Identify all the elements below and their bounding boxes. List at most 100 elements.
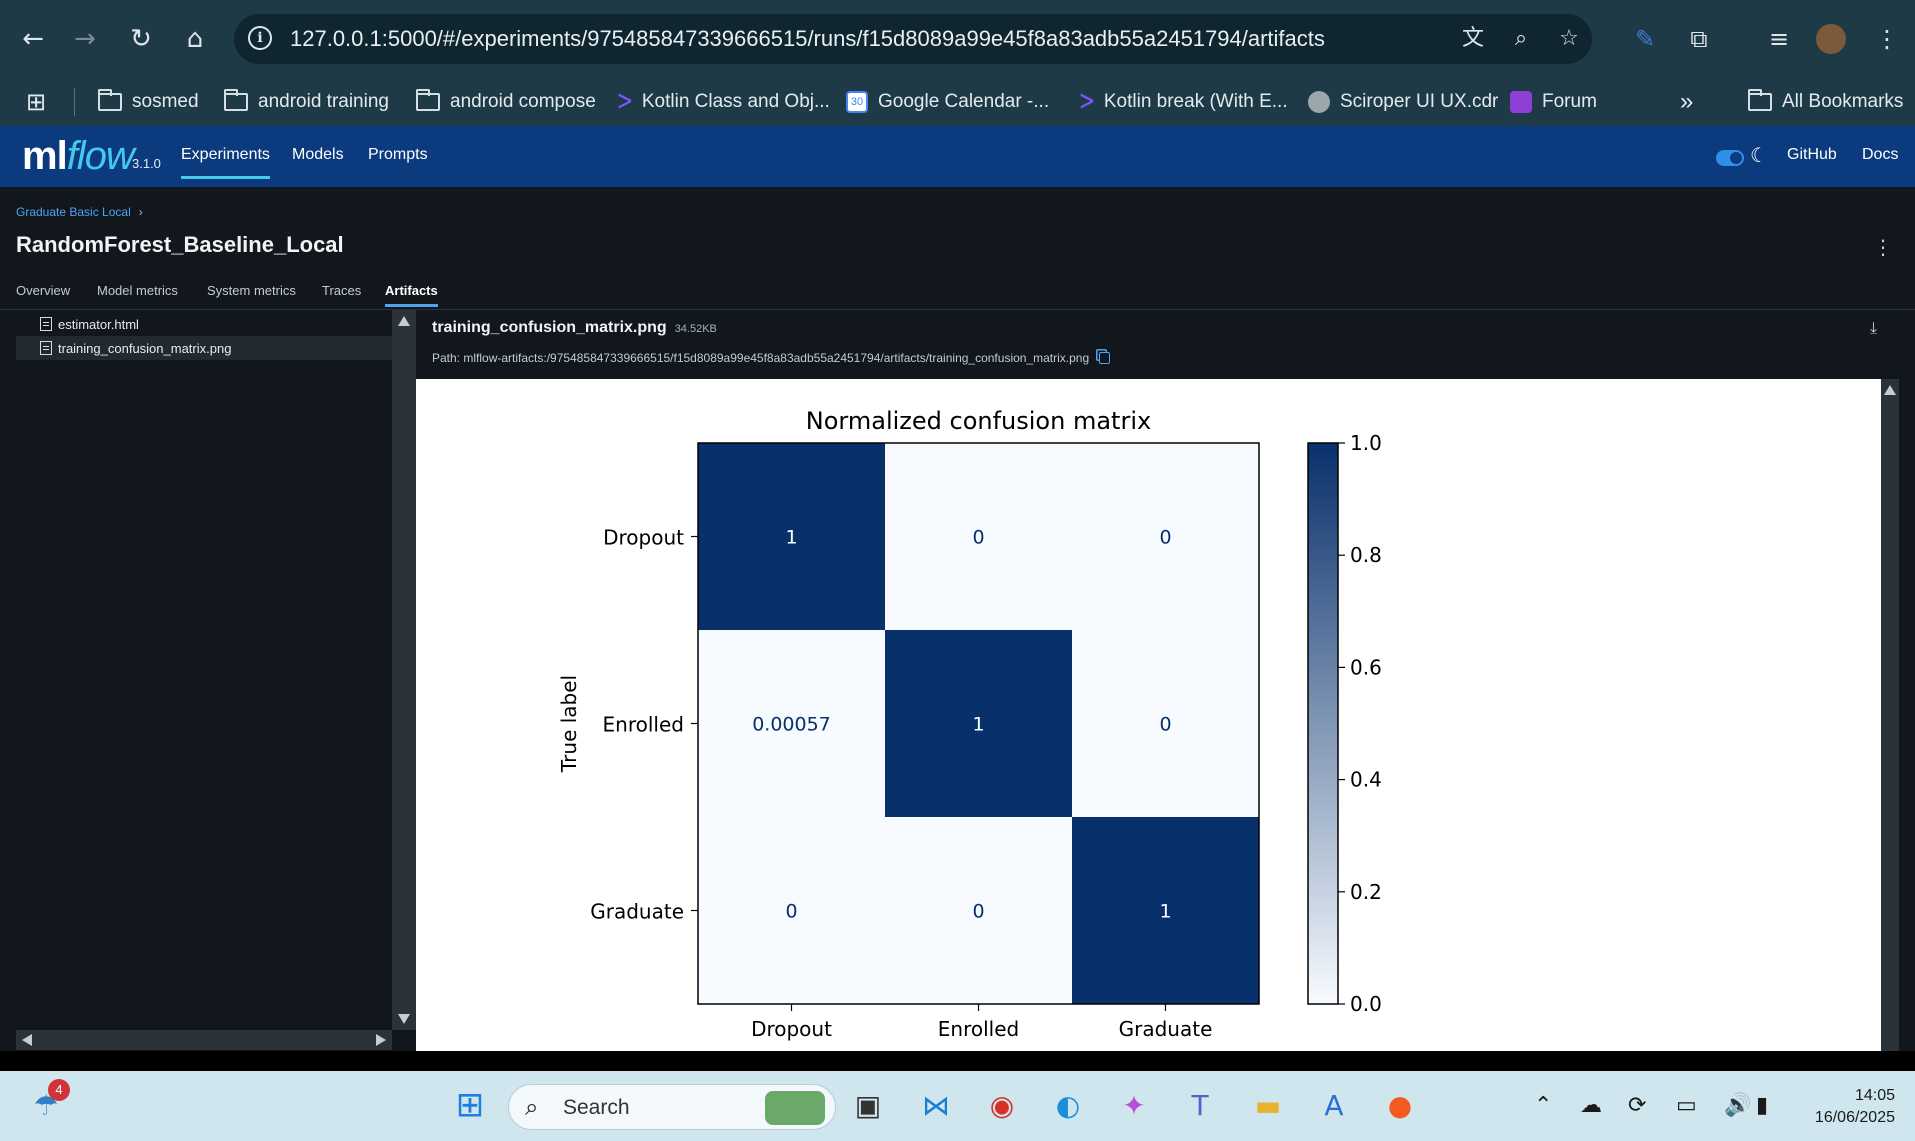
vscode-icon[interactable]: ⋈: [914, 1083, 958, 1127]
forward-icon[interactable]: →: [66, 20, 104, 58]
github-link[interactable]: GitHub: [1787, 146, 1837, 164]
folder-icon: [416, 89, 440, 111]
tab-overview[interactable]: Overview: [16, 283, 70, 298]
taskbar-search[interactable]: ⌕ Search: [508, 1084, 836, 1130]
colorbar-tick-label: 0.2: [1350, 880, 1382, 904]
version-label: 3.1.0: [132, 156, 161, 171]
cell-label: 1: [1159, 901, 1171, 923]
file-icon: [40, 341, 52, 355]
tree-item-estimator[interactable]: estimator.html: [16, 312, 392, 336]
cell-label: 0: [972, 901, 984, 923]
search-icon: ⌕: [525, 1093, 539, 1121]
extensions-icon[interactable]: ⧉: [1682, 22, 1716, 56]
edge-icon[interactable]: ◐: [1046, 1083, 1090, 1127]
mlflow-logo[interactable]: mlflow: [22, 134, 135, 179]
translate-icon[interactable]: 文: [1458, 24, 1488, 54]
tab-model-metrics[interactable]: Model metrics: [97, 283, 178, 298]
nav-prompts[interactable]: Prompts: [368, 146, 428, 164]
kotlin-icon: ᐳ: [1080, 91, 1094, 113]
task-view-icon[interactable]: ▣: [846, 1083, 890, 1127]
start-icon[interactable]: ⊞: [448, 1083, 492, 1127]
bookmark-kotlin-class[interactable]: ᐳ Kotlin Class and Obj...: [618, 86, 830, 118]
home-icon[interactable]: ⌂: [176, 20, 214, 58]
calendar-icon: 30: [846, 91, 868, 113]
bookmark-android-compose[interactable]: android compose: [416, 86, 596, 118]
scroll-up-icon[interactable]: [1884, 385, 1896, 395]
scroll-left-icon[interactable]: [22, 1034, 32, 1046]
folder-icon: [224, 89, 248, 111]
copilot-icon[interactable]: ✦: [1112, 1083, 1156, 1127]
bookmark-android-training[interactable]: android training: [224, 86, 389, 118]
scroll-right-icon[interactable]: [376, 1034, 386, 1046]
download-icon[interactable]: ⤓: [1870, 318, 1877, 338]
bookmark-sciroper[interactable]: Sciroper UI UX.cdr: [1308, 86, 1498, 118]
apps-grid-icon[interactable]: ⊞: [26, 86, 46, 118]
back-icon[interactable]: ←: [14, 20, 52, 58]
bookmark-sosmed[interactable]: sosmed: [98, 86, 199, 118]
volume-icon[interactable]: 🔊: [1724, 1093, 1751, 1118]
menu-kebab-icon[interactable]: ⋮: [1870, 22, 1904, 56]
clock[interactable]: 14:05 16/06/2025: [1815, 1085, 1895, 1129]
artifact-image: Normalized confusion matrix 1 0 0 0.00057 1 0 0…: [416, 379, 1881, 1051]
bookmark-google-calendar[interactable]: 30 Google Calendar -...: [846, 86, 1049, 118]
more-bookmarks-icon[interactable]: »: [1680, 86, 1693, 118]
artifact-size: 34.52KB: [674, 323, 717, 335]
docs-link[interactable]: Docs: [1862, 146, 1898, 164]
colorbar-tick-label: 0.0: [1350, 992, 1382, 1016]
dark-mode-toggle[interactable]: [1716, 150, 1744, 166]
y-tick-label: Graduate: [590, 900, 684, 924]
bookmark-kotlin-break[interactable]: ᐳ Kotlin break (With E...: [1080, 86, 1288, 118]
bookmark-star-icon[interactable]: ☆: [1554, 24, 1584, 54]
colorbar-tick-label: 0.4: [1350, 768, 1382, 792]
battery-icon[interactable]: ▮: [1756, 1093, 1768, 1118]
cloud-error-icon[interactable]: ☁: [1580, 1093, 1602, 1118]
tab-traces[interactable]: Traces: [322, 283, 361, 298]
profile-avatar[interactable]: [1816, 24, 1846, 54]
sync-icon[interactable]: ⟳: [1628, 1093, 1646, 1118]
show-hidden-icons[interactable]: ⌃: [1534, 1093, 1552, 1118]
artifact-header: training_confusion_matrix.png 34.52KB: [432, 319, 717, 337]
network-icon[interactable]: ▭: [1676, 1093, 1697, 1118]
kotlin-icon: ᐳ: [618, 91, 632, 113]
search-highlight-image: [765, 1091, 825, 1125]
copy-icon[interactable]: [1099, 352, 1111, 364]
scroll-down-icon[interactable]: [398, 1014, 410, 1024]
bookmarks-separator: [74, 88, 75, 116]
colorbar: [1307, 442, 1339, 1005]
image-vertical-scrollbar[interactable]: [1881, 379, 1899, 1051]
page-title: RandomForest_Baseline_Local: [16, 232, 344, 257]
site-info-icon[interactable]: i: [248, 26, 272, 50]
nav-experiments[interactable]: Experiments: [181, 146, 270, 179]
media-icon[interactable]: ≡: [1762, 22, 1796, 56]
chart-title: Normalized confusion matrix: [806, 407, 1151, 435]
breadcrumb-experiment-link[interactable]: Graduate Basic Local: [16, 205, 131, 219]
bookmark-forum[interactable]: Forum: [1510, 86, 1597, 118]
chrome-icon[interactable]: ◉: [980, 1083, 1024, 1127]
notification-badge: 4: [48, 1079, 70, 1101]
zoom-icon[interactable]: ⌕: [1506, 24, 1536, 54]
tree-vertical-scrollbar[interactable]: [392, 310, 416, 1030]
tab-artifacts[interactable]: Artifacts: [385, 283, 438, 307]
tree-horizontal-scrollbar[interactable]: [16, 1030, 392, 1050]
url-text[interactable]: 127.0.0.1:5000/#/experiments/97548584733…: [290, 26, 1325, 52]
artifact-path: Path: mlflow-artifacts:/9754858473396665…: [432, 351, 1111, 365]
tree-item-confusion-matrix[interactable]: training_confusion_matrix.png: [16, 336, 392, 360]
extension-pen-icon[interactable]: ✎: [1628, 22, 1662, 56]
bookmarks-bar: ⊞ sosmed android training android compos…: [0, 78, 1915, 126]
folder-icon: [98, 89, 122, 111]
run-actions-kebab-icon[interactable]: ⋮: [1873, 235, 1893, 259]
scroll-up-icon[interactable]: [398, 316, 410, 326]
all-bookmarks[interactable]: All Bookmarks: [1748, 86, 1903, 118]
postman-icon[interactable]: ●: [1378, 1083, 1422, 1127]
cell-label: 0: [972, 527, 984, 549]
run-page: Graduate Basic Local › RandomForest_Basel…: [0, 187, 1915, 1051]
app-store-icon[interactable]: A: [1312, 1083, 1356, 1127]
nav-models[interactable]: Models: [292, 146, 344, 164]
address-bar[interactable]: i 127.0.0.1:5000/#/experiments/975485847…: [234, 14, 1592, 64]
teams-icon[interactable]: T: [1178, 1083, 1222, 1127]
mlflow-header: mlflow 3.1.0 Experiments Models Prompts …: [0, 126, 1915, 187]
tab-system-metrics[interactable]: System metrics: [207, 283, 296, 298]
file-explorer-icon[interactable]: ▬: [1246, 1083, 1290, 1127]
reload-icon[interactable]: ↻: [122, 20, 160, 58]
x-tick-label: Dropout: [751, 1017, 832, 1041]
